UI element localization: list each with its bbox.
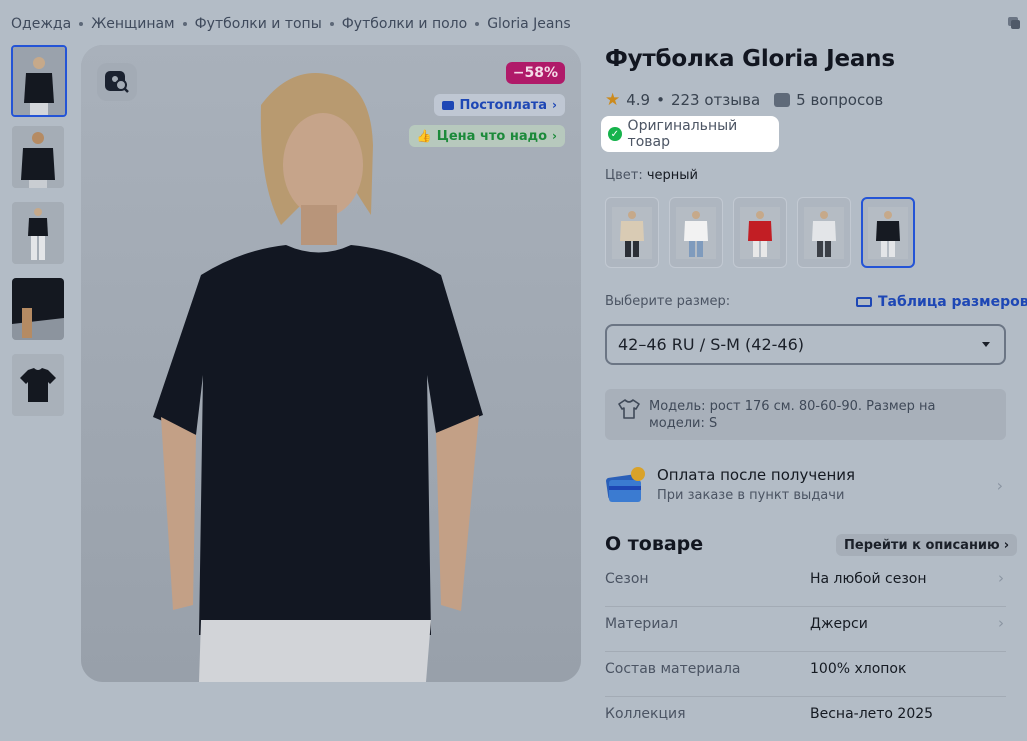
product-main-image[interactable]: −58% Постоплата › 👍 Цена что надо › [81, 45, 581, 682]
gallery-thumbnail[interactable] [11, 45, 67, 117]
share-icon[interactable] [1007, 16, 1021, 30]
go-to-description-label: Перейти к описанию [844, 537, 1000, 553]
breadcrumb-separator [329, 22, 334, 26]
color-swatch[interactable] [733, 197, 787, 268]
rating-value[interactable]: 4.9 [626, 91, 650, 109]
product-title: Футболка Gloria Jeans [605, 46, 895, 72]
property-value: Весна-лето 2025 [810, 706, 934, 722]
size-label: Выберите размер: [605, 294, 731, 309]
breadcrumb: Одежда Женщинам Футболки и топы Футболки и … [11, 16, 571, 32]
breadcrumb-link[interactable]: Одежда [11, 16, 71, 32]
chevron-right-icon: › [552, 98, 557, 112]
gallery-thumbnail[interactable] [12, 126, 64, 188]
thumbs-up-icon: 👍 [416, 129, 432, 143]
property-row[interactable]: Материал Джерси › [605, 606, 1006, 652]
model-info-text: Модель: рост 176 см. 80-60-90. Размер на… [649, 399, 936, 431]
breadcrumb-link[interactable]: Женщинам [91, 16, 174, 32]
ruler-icon [856, 297, 872, 307]
chevron-right-icon: › [1003, 537, 1010, 553]
breadcrumb-separator [79, 22, 84, 26]
property-value: Джерси [810, 616, 868, 632]
swatch-photo [804, 206, 844, 259]
property-row: Состав материала 100% хлопок [605, 651, 1006, 697]
payment-title[interactable]: Оплата после получения [657, 466, 855, 484]
question-icon [774, 93, 791, 107]
breadcrumb-separator [475, 22, 480, 26]
breadcrumb-separator [182, 22, 187, 26]
color-swatch[interactable] [797, 197, 851, 268]
gallery-thumbnail[interactable] [12, 202, 64, 264]
color-value: черный [646, 168, 699, 183]
price-badge[interactable]: 👍 Цена что надо › [408, 125, 565, 147]
property-value: 100% хлопок [810, 661, 907, 677]
payment-subtitle: При заказе в пункт выдачи [657, 488, 845, 503]
gallery-thumbnail[interactable] [12, 354, 64, 416]
size-selected-value: 42–46 RU / S-M (42-46) [618, 335, 804, 354]
color-swatch[interactable] [861, 197, 915, 268]
chevron-right-icon[interactable]: › [997, 476, 1003, 495]
go-to-description-button[interactable]: Перейти к описанию › [836, 534, 1018, 556]
questions-link[interactable]: 5 вопросов [796, 91, 883, 109]
breadcrumb-link[interactable]: Футболки и поло [342, 16, 467, 32]
rating-separator: • [656, 91, 665, 109]
reviews-link[interactable]: 223 отзыва [671, 91, 760, 109]
tshirt-icon [618, 399, 640, 419]
property-row: Коллекция Весна-лето 2025 [605, 696, 1006, 741]
property-key: Материал [605, 616, 678, 632]
payment-cards-icon [606, 467, 645, 502]
size-table-link[interactable]: Таблица размеров [856, 294, 1027, 310]
swatch-photo [676, 206, 716, 259]
breadcrumb-link[interactable]: Gloria Jeans [487, 16, 570, 32]
swatch-photo [868, 206, 908, 259]
discount-badge: −58% [505, 62, 565, 84]
size-table-label: Таблица размеров [878, 294, 1027, 310]
original-label: Оригинальный товар [627, 118, 738, 150]
card-icon [442, 100, 455, 110]
color-swatch[interactable] [605, 197, 659, 268]
color-label-prefix: Цвет: [605, 168, 643, 183]
price-badge-label: Цена что надо [436, 128, 548, 144]
breadcrumb-link[interactable]: Футболки и топы [195, 16, 322, 32]
property-key: Коллекция [605, 706, 686, 722]
postpay-label: Постоплата [459, 97, 548, 113]
chevron-right-icon: › [998, 569, 1004, 587]
property-key: Состав материала [605, 661, 741, 677]
rating-row: ★ 4.9 • 223 отзыва 5 вопросов [605, 90, 883, 110]
property-key: Сезон [605, 571, 649, 587]
chevron-right-icon: › [998, 614, 1004, 632]
image-search-button[interactable] [97, 63, 137, 101]
property-row[interactable]: Сезон На любой сезон › [605, 561, 1006, 607]
size-select[interactable]: 42–46 RU / S-M (42-46) [605, 324, 1006, 365]
check-circle-icon: ✓ [608, 127, 622, 141]
swatch-photo [612, 206, 652, 259]
postpay-badge[interactable]: Постоплата › [434, 94, 565, 116]
about-title: О товаре [605, 533, 704, 555]
swatch-photo [740, 206, 780, 259]
original-badge[interactable]: ✓ Оригинальный товар [601, 116, 779, 152]
gallery-thumbnail[interactable] [12, 278, 64, 340]
chevron-right-icon: › [552, 129, 557, 143]
image-search-icon [105, 71, 129, 93]
color-label: Цвет: черный [605, 168, 698, 183]
star-icon: ★ [605, 90, 621, 110]
property-value: На любой сезон [810, 571, 927, 587]
color-swatch[interactable] [669, 197, 723, 268]
caret-down-icon [982, 342, 990, 347]
model-info: Модель: рост 176 см. 80-60-90. Размер на… [605, 389, 1006, 440]
